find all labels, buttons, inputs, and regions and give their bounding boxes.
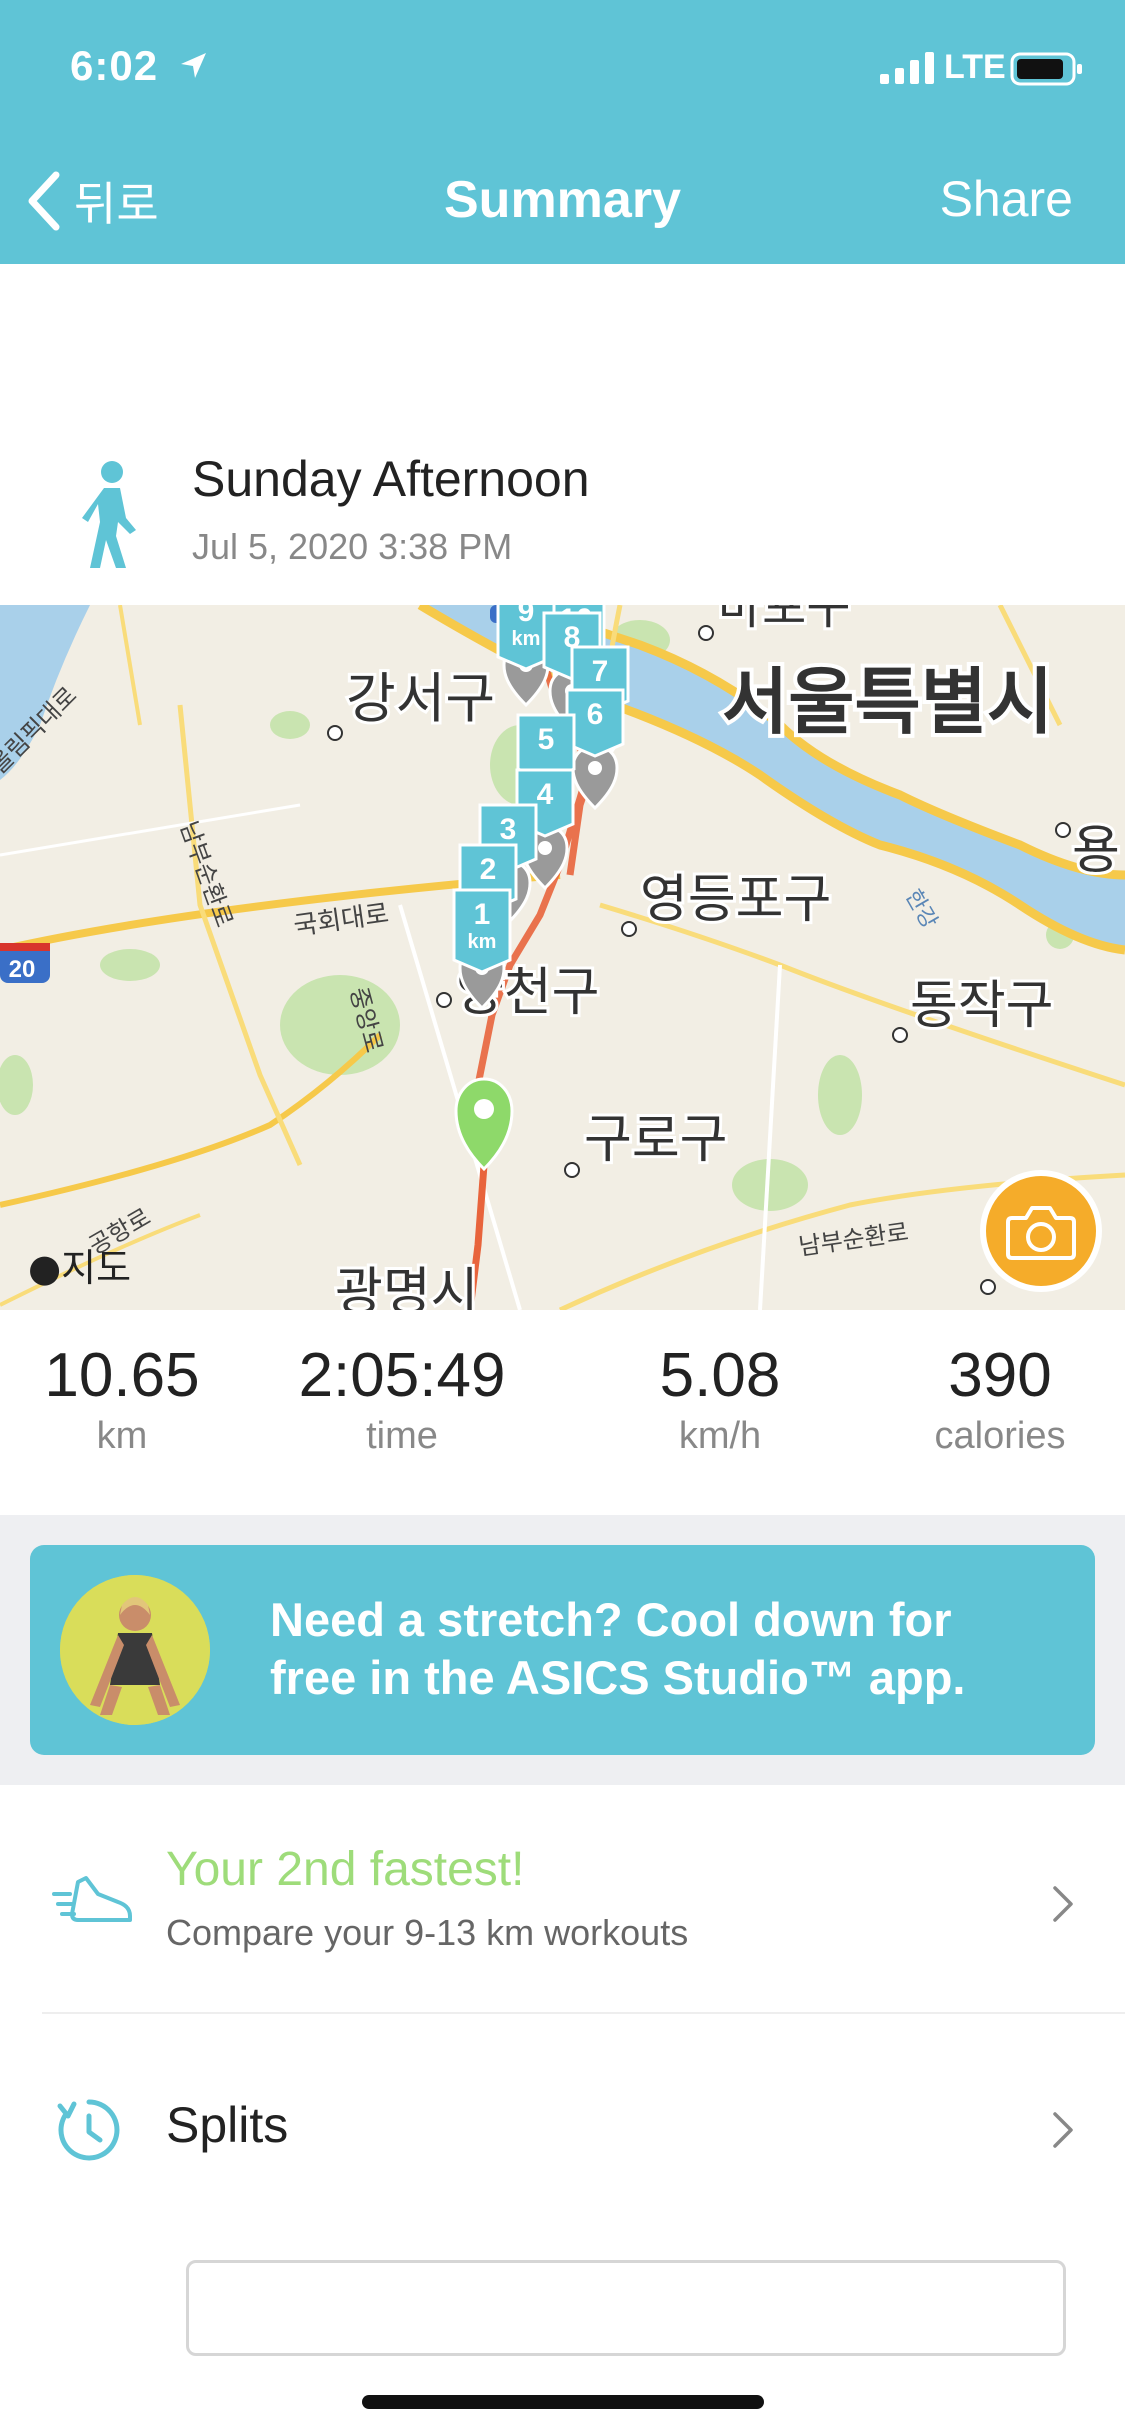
splits-label: Splits xyxy=(166,2097,289,2153)
promo-line-2: free in the ASICS Studio™ app. xyxy=(270,1651,966,1704)
apple-logo-icon: ● xyxy=(28,1246,62,1290)
camera-icon xyxy=(1006,1206,1076,1260)
km-markers: 109km87654321km xyxy=(452,605,630,1011)
splits-row[interactable]: Splits xyxy=(0,2014,1125,2236)
stat-value: 10.65 xyxy=(44,1341,200,1410)
workout-header: Sunday Afternoon Jul 5, 2020 3:38 PM xyxy=(0,430,1125,580)
svg-text:마포구: 마포구 xyxy=(718,605,850,635)
stat-value: 2:05:49 xyxy=(298,1341,506,1410)
walking-person-icon xyxy=(82,461,136,568)
stat-label: time xyxy=(366,1415,438,1457)
promo-text: Need a stretch? Cool down for free in th… xyxy=(270,1591,1070,1707)
map-canvas: 20 70 강서구 마포구 서울특별시 영등포구 동작구 구로구 양천구 광명시… xyxy=(0,605,1125,1310)
stat-label: km xyxy=(96,1415,148,1457)
home-indicator[interactable] xyxy=(362,2395,764,2409)
header: 6:02 LTE 뒤로 Summary Share xyxy=(0,0,1125,264)
km-marker-unit: km xyxy=(512,628,541,650)
stat-value: 390 xyxy=(948,1341,1052,1410)
km-marker-dot xyxy=(538,841,552,855)
stretching-person-icon xyxy=(60,1575,210,1725)
stat-value: 5.08 xyxy=(659,1341,781,1410)
svg-text:동작구: 동작구 xyxy=(910,976,1054,1036)
svg-text:광명시: 광명시 xyxy=(335,1263,479,1310)
km-marker-label: 4 xyxy=(537,778,554,811)
fastest-title: Your 2nd fastest! xyxy=(166,1843,525,1896)
stopwatch-icon xyxy=(57,2099,120,2161)
signal-icon xyxy=(880,52,934,84)
svg-text:20: 20 xyxy=(9,956,36,983)
status-bar: 6:02 LTE xyxy=(0,0,1125,130)
svg-text:영등포구: 영등포구 xyxy=(640,870,831,930)
stat-label: km/h xyxy=(678,1415,762,1457)
svg-text:남부순환로: 남부순환로 xyxy=(797,1218,910,1261)
running-shoe-icon xyxy=(52,1876,132,1922)
svg-text:서울특별시: 서울특별시 xyxy=(722,660,1053,744)
workout-name: Sunday Afternoon xyxy=(192,451,590,507)
km-marker-label: 5 xyxy=(538,723,555,756)
fastest-subtitle: Compare your 9-13 km workouts xyxy=(166,1912,689,1953)
fastest-comparison-row[interactable]: Your 2nd fastest! Compare your 9-13 km w… xyxy=(0,1800,1125,2010)
camera-button[interactable] xyxy=(980,1170,1102,1292)
svg-text:한강: 한강 xyxy=(900,886,942,934)
svg-text:국회대로: 국회대로 xyxy=(292,899,391,942)
chevron-right-icon xyxy=(1053,2112,1073,2148)
km-marker-label: 9 xyxy=(518,605,535,628)
stat-distance: 10.65 km xyxy=(0,1340,252,1458)
stat-calories: 390 calories xyxy=(870,1340,1125,1458)
stat-speed: 5.08 km/h xyxy=(590,1340,850,1458)
status-time: 6:02 xyxy=(70,42,159,89)
svg-text:용: 용 xyxy=(1072,821,1120,881)
chevron-right-icon xyxy=(1053,1886,1073,1922)
km-marker-label: 2 xyxy=(480,853,497,886)
notes-box[interactable] xyxy=(186,2260,1066,2356)
stats-row: 10.65 km 2:05:49 time 5.08 km/h 390 calo… xyxy=(0,1340,1125,1490)
svg-text:강서구: 강서구 xyxy=(346,667,495,730)
nav-bar: 뒤로 Summary Share xyxy=(0,150,1125,250)
stat-time: 2:05:49 time xyxy=(272,1340,532,1458)
map-attribution: ●지도 xyxy=(28,1246,132,1290)
km-marker-label: 1 xyxy=(474,898,491,931)
km-marker-label: 6 xyxy=(587,698,604,731)
km-marker-dot xyxy=(588,761,602,775)
promo-line-1: Need a stretch? Cool down for xyxy=(270,1593,952,1646)
asics-studio-promo[interactable]: Need a stretch? Cool down for free in th… xyxy=(30,1545,1095,1755)
svg-text:구로구: 구로구 xyxy=(584,1110,728,1170)
share-button[interactable]: Share xyxy=(940,170,1073,228)
km-marker-label: 3 xyxy=(500,813,517,846)
stretch-photo xyxy=(60,1575,210,1725)
route-map[interactable]: 20 70 강서구 마포구 서울특별시 영등포구 동작구 구로구 양천구 광명시… xyxy=(0,605,1125,1310)
stat-label: calories xyxy=(934,1415,1066,1457)
location-arrow-icon xyxy=(181,53,206,78)
km-marker-unit: km xyxy=(468,931,497,953)
workout-date: Jul 5, 2020 3:38 PM xyxy=(192,526,513,567)
battery-icon xyxy=(1010,52,1082,86)
km-marker-label: 7 xyxy=(592,655,609,688)
network-label: LTE xyxy=(944,48,1006,86)
